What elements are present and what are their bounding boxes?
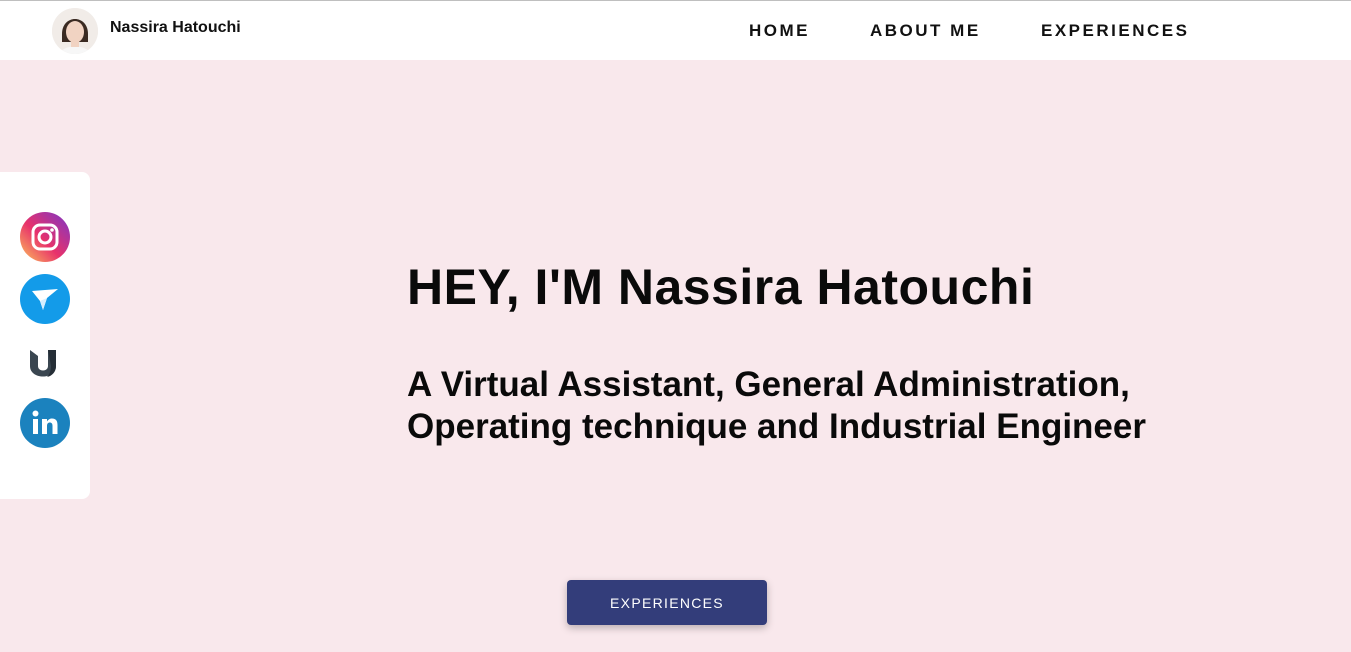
freelancer-icon[interactable] [20,274,70,324]
hero-title: HEY, I'M Nassira Hatouchi [407,259,1035,315]
brand-name[interactable]: Nassira Hatouchi [110,19,241,37]
upwork-icon[interactable] [20,336,70,386]
linkedin-icon[interactable] [20,398,70,448]
nav-about-me[interactable]: ABOUT ME [870,21,981,41]
instagram-icon[interactable] [20,212,70,262]
nav-home[interactable]: HOME [749,21,810,41]
avatar-photo [52,8,98,54]
experiences-button[interactable]: EXPERIENCES [567,580,767,625]
site-header: Nassira Hatouchi HOME ABOUT ME EXPERIENC… [0,0,1351,60]
avatar[interactable] [52,8,98,54]
nav-experiences[interactable]: EXPERIENCES [1041,21,1189,41]
social-links-sidebar [0,172,90,499]
hero-subtitle: A Virtual Assistant, General Administrat… [407,365,1146,446]
